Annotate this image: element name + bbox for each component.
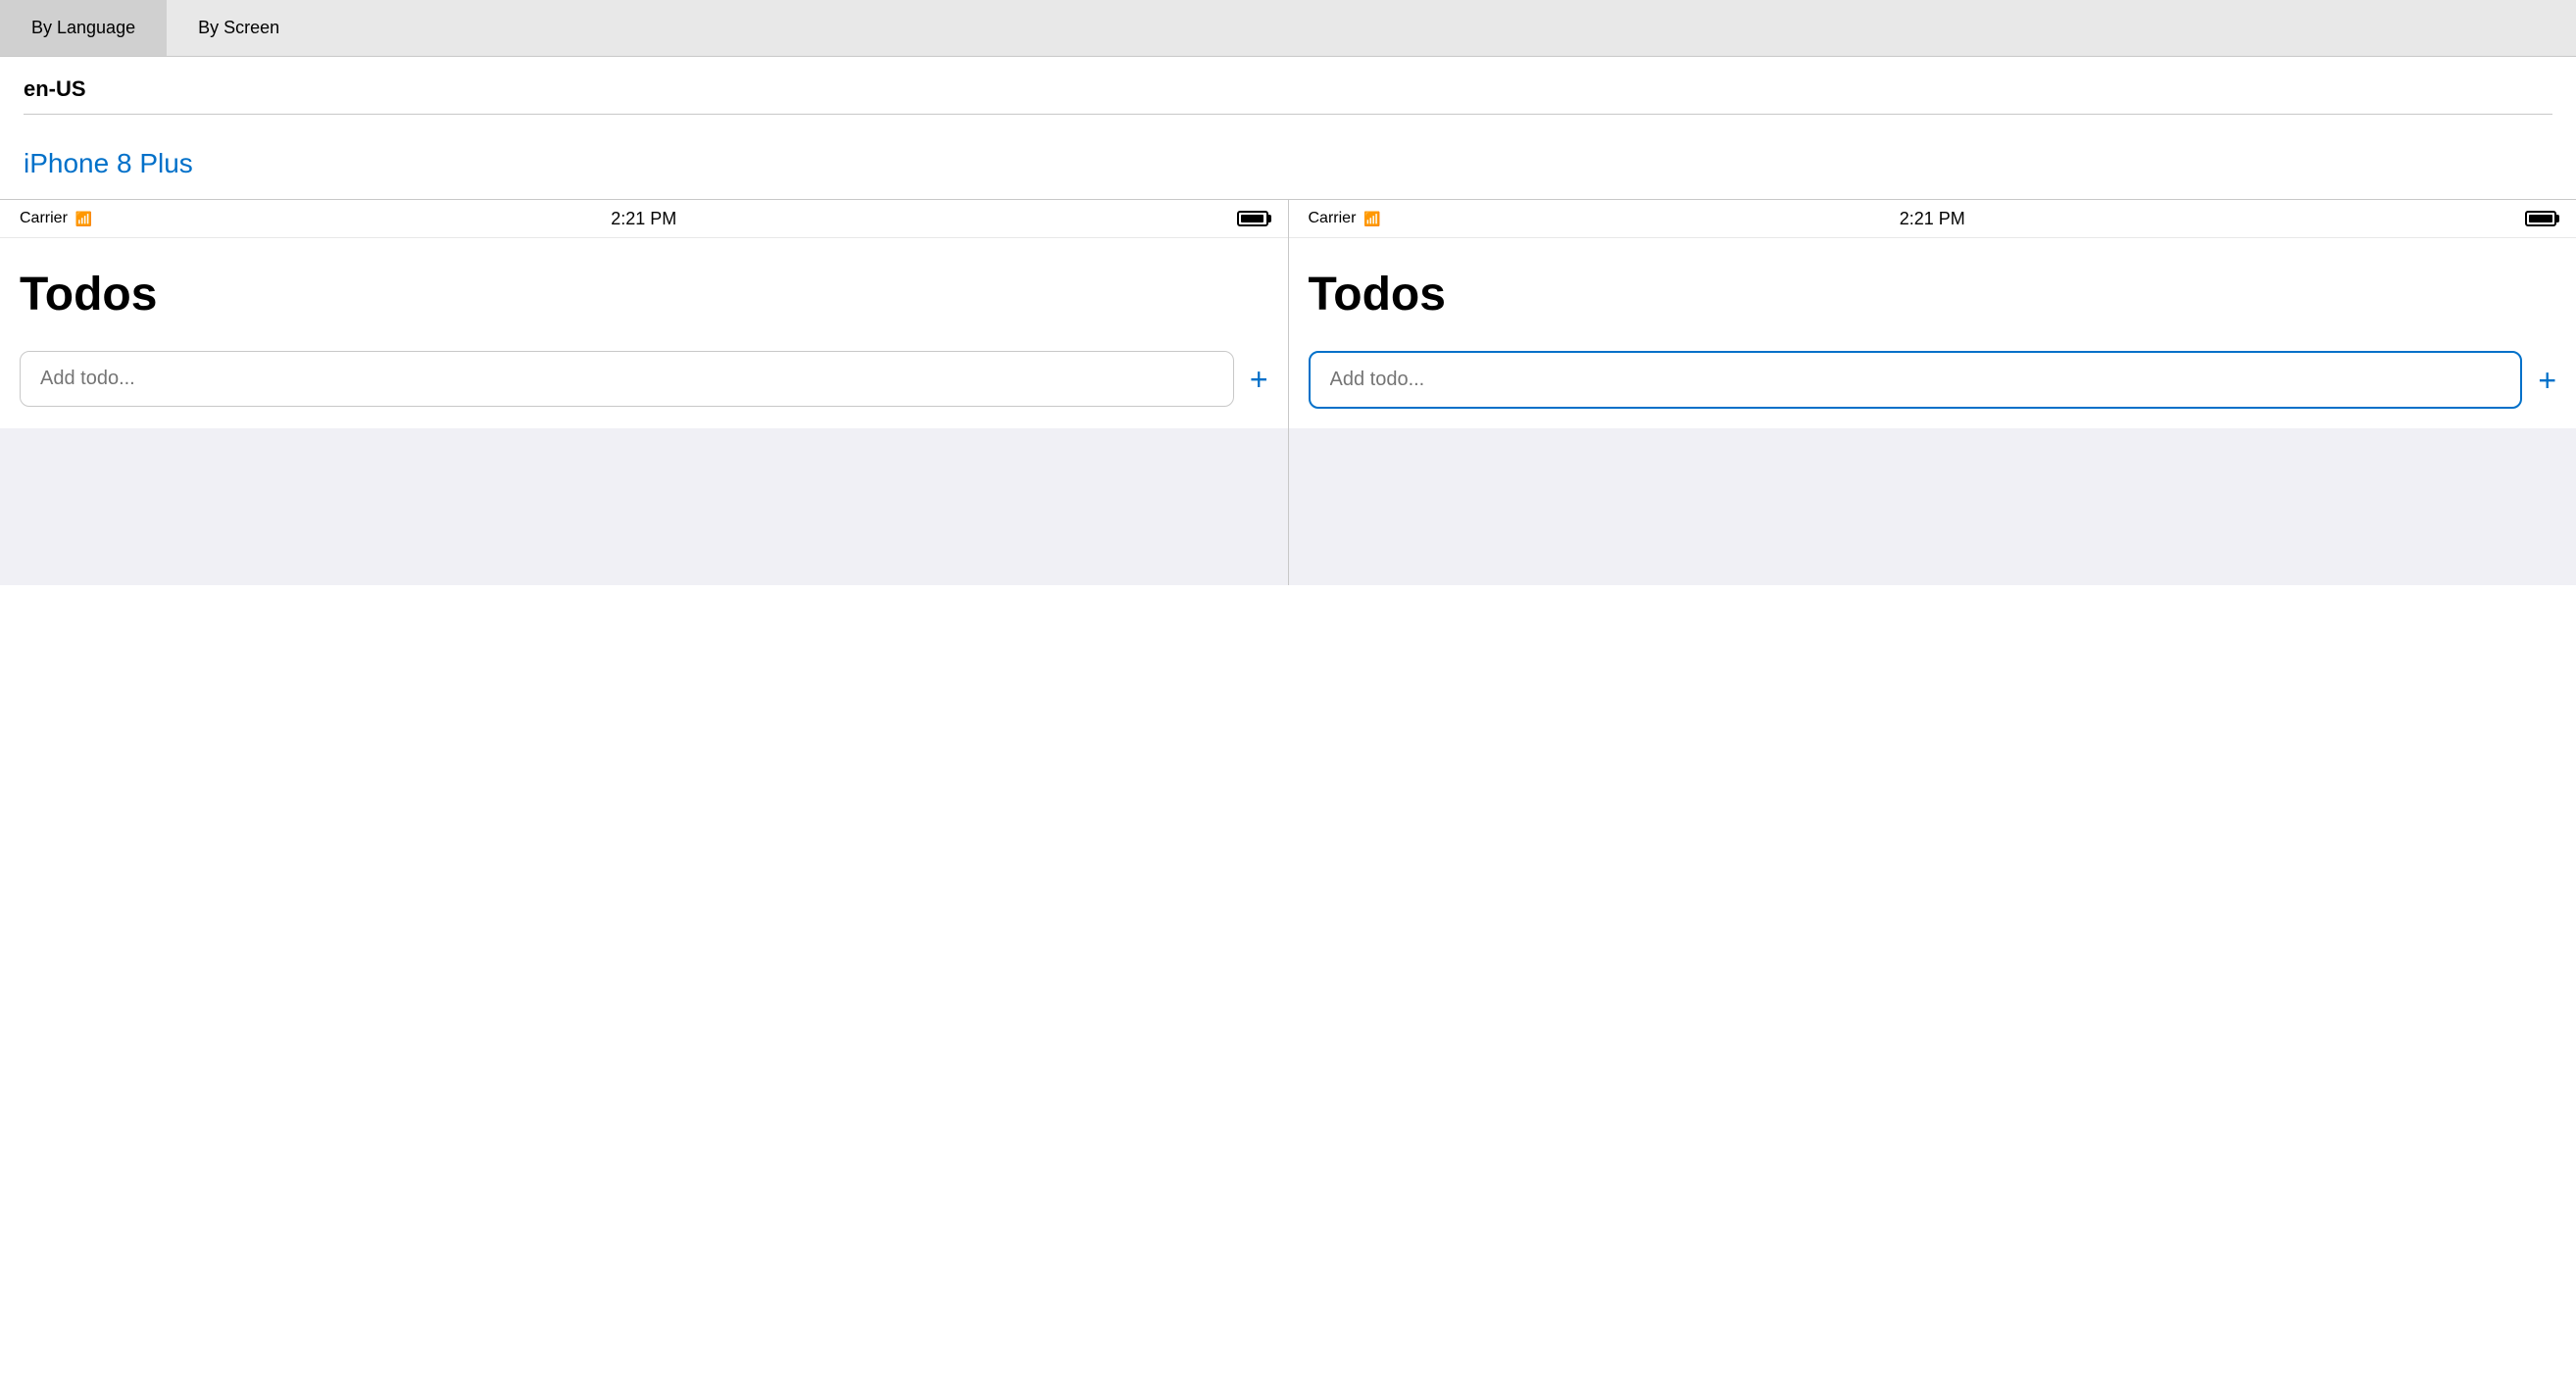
todo-input-right[interactable]: [1309, 351, 2523, 409]
tab-bar: By Language By Screen: [0, 0, 2576, 57]
device-link[interactable]: iPhone 8 Plus: [24, 148, 193, 178]
app-content-left: Todos +: [0, 238, 1288, 428]
app-title-left: Todos: [20, 268, 1268, 321]
wifi-icon-right: 📶: [1363, 211, 1380, 227]
screen-preview-left: Carrier 📶 2:21 PM Todos +: [0, 200, 1289, 585]
battery-icon-left: [1237, 211, 1268, 226]
device-section: iPhone 8 Plus: [0, 124, 2576, 179]
tab-by-language[interactable]: By Language: [0, 0, 167, 56]
add-button-right[interactable]: +: [2538, 365, 2556, 396]
status-bar-left: Carrier 📶 2:21 PM: [0, 200, 1288, 238]
todo-input-left[interactable]: [20, 351, 1234, 407]
todo-input-row-right: +: [1309, 351, 2557, 409]
wifi-icon-left: 📶: [75, 211, 92, 227]
language-divider: [24, 114, 2552, 115]
app-content-right: Todos +: [1289, 238, 2576, 428]
add-button-left[interactable]: +: [1250, 364, 1268, 395]
battery-icon-right: [2525, 211, 2556, 226]
carrier-label-left: Carrier: [20, 210, 68, 227]
language-section: en-US: [0, 57, 2576, 124]
screen-preview-right: Carrier 📶 2:21 PM Todos +: [1289, 200, 2576, 585]
status-bar-inner-left: Carrier 📶 2:21 PM: [20, 210, 1268, 227]
status-bar-right: Carrier 📶 2:21 PM: [1289, 200, 2576, 238]
carrier-label-right: Carrier: [1309, 210, 1357, 227]
status-left-right: Carrier 📶: [1309, 210, 1381, 227]
status-bar-inner-right: Carrier 📶 2:21 PM: [1309, 210, 2557, 227]
status-time-left: 2:21 PM: [611, 209, 676, 229]
app-title-right: Todos: [1309, 268, 2557, 321]
bottom-area-left: [0, 428, 1288, 585]
status-time-right: 2:21 PM: [1900, 209, 1965, 229]
screens-container: Carrier 📶 2:21 PM Todos +: [0, 199, 2576, 585]
todo-input-row-left: +: [20, 351, 1268, 407]
language-label: en-US: [24, 76, 2552, 102]
tab-by-screen[interactable]: By Screen: [167, 0, 311, 56]
status-left-left: Carrier 📶: [20, 210, 92, 227]
bottom-area-right: [1289, 428, 2576, 585]
